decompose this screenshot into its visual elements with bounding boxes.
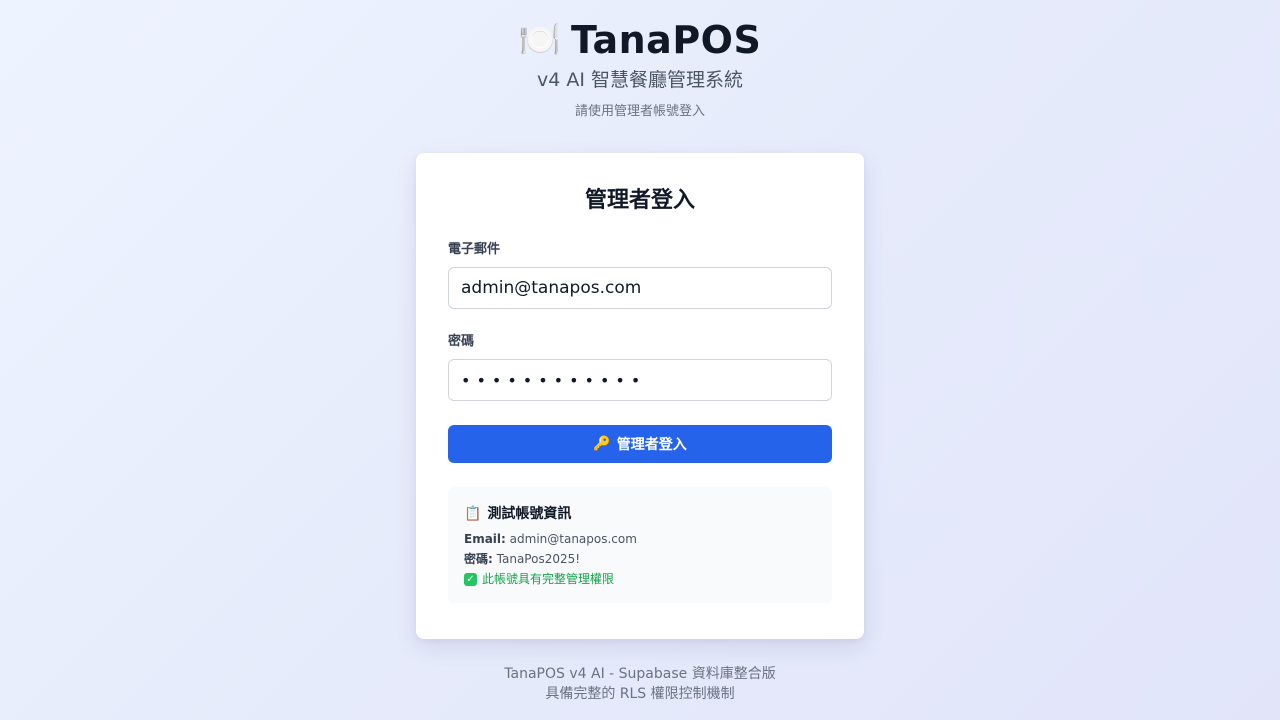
email-field[interactable]: [448, 267, 832, 309]
test-account-info: 📋 測試帳號資訊 Email: admin@tanapos.com 密碼: Ta…: [448, 487, 832, 603]
page-header: 🍽️ TanaPOS v4 AI 智慧餐廳管理系統 請使用管理者帳號登入: [0, 18, 1280, 122]
clipboard-icon: 📋: [464, 506, 482, 522]
test-password-value: TanaPos2025!: [496, 552, 581, 566]
permission-note: ✓ 此帳號具有完整管理權限: [464, 569, 816, 589]
page-footer: TanaPOS v4 AI - Supabase 資料庫整合版 具備完整的 RL…: [0, 664, 1280, 704]
test-password-line: 密碼: TanaPos2025!: [464, 549, 816, 569]
plate-icon: 🍽️: [518, 20, 561, 60]
key-icon: 🔑: [593, 436, 611, 452]
login-hint: 請使用管理者帳號登入: [574, 104, 705, 119]
login-card: 管理者登入 電子郵件 密碼 🔑 管理者登入 📋 測試帳號資訊 Email: ad…: [416, 153, 864, 639]
password-field[interactable]: [448, 359, 832, 401]
brand: 🍽️ TanaPOS: [519, 18, 762, 62]
admin-login-button-label: 管理者登入: [616, 437, 687, 453]
test-email-key: Email:: [464, 532, 506, 546]
footer-line-2: 具備完整的 RLS 權限控制機制: [545, 686, 735, 702]
app-subtitle: v4 AI 智慧餐廳管理系統: [536, 69, 743, 91]
password-label: 密碼: [448, 334, 475, 349]
test-account-title-text: 測試帳號資訊: [487, 506, 572, 522]
admin-login-button[interactable]: 🔑 管理者登入: [448, 425, 832, 463]
footer-line-1: TanaPOS v4 AI - Supabase 資料庫整合版: [504, 666, 776, 682]
test-email-value: admin@tanapos.com: [509, 532, 637, 546]
permission-note-text: 此帳號具有完整管理權限: [482, 572, 615, 586]
email-label: 電子郵件: [448, 242, 501, 257]
card-title: 管理者登入: [584, 188, 695, 213]
test-account-title: 📋 測試帳號資訊: [464, 503, 816, 525]
check-icon: ✓: [464, 572, 477, 586]
test-email-line: Email: admin@tanapos.com: [464, 529, 816, 549]
test-password-key: 密碼:: [464, 552, 493, 566]
brand-name: TanaPOS: [570, 18, 762, 62]
